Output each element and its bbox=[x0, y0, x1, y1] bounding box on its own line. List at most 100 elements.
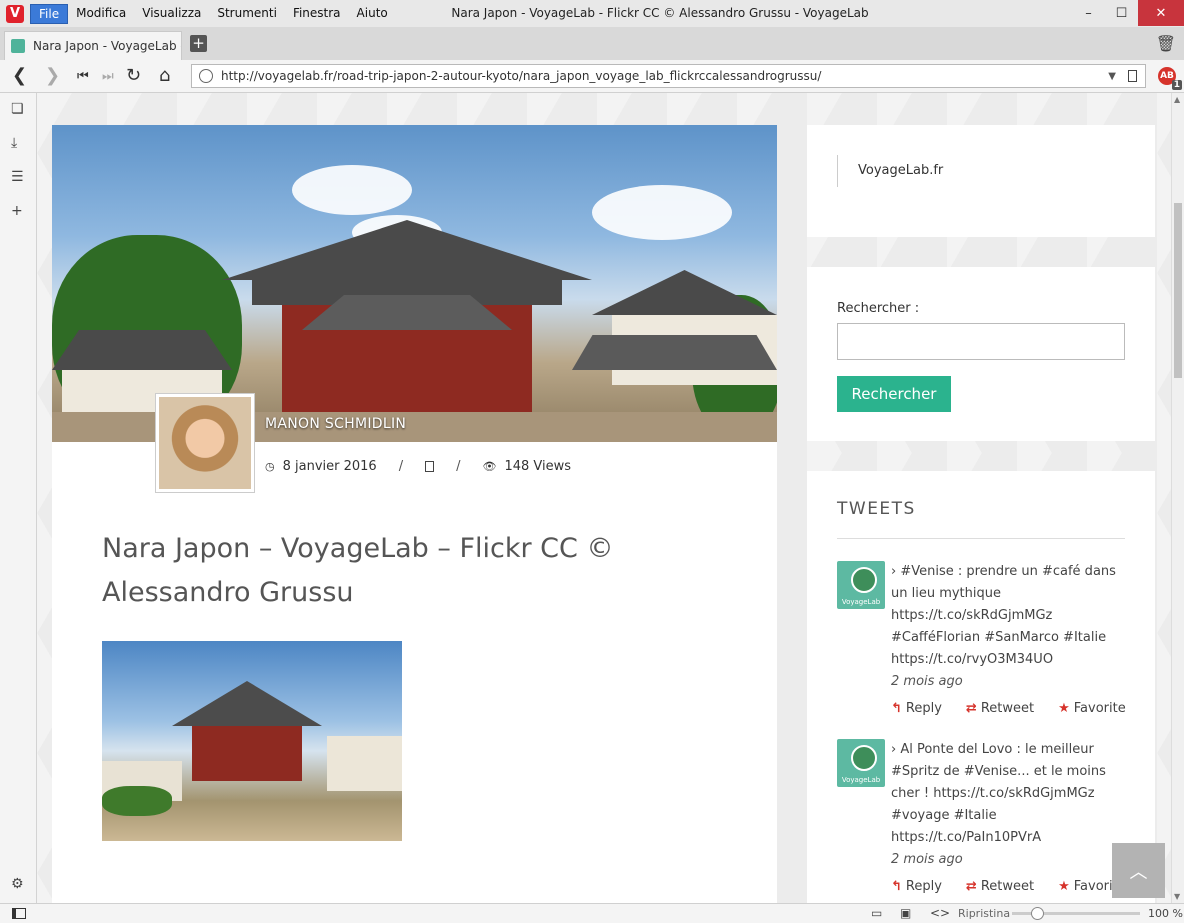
vivaldi-logo-icon[interactable]: V bbox=[6, 4, 24, 23]
reply-button[interactable]: ↰ Reply bbox=[891, 698, 954, 720]
web-viewport: MANON SCHMIDLIN ◷ 8 janvier 2016 / / 👁 1… bbox=[37, 93, 1171, 903]
page-title: Nara Japon – VoyageLab – Flickr CC © Ale… bbox=[102, 533, 614, 608]
menu-bar: File Modifica Visualizza Strumenti Fines… bbox=[30, 3, 396, 24]
retweet-button[interactable]: ⇄ Retweet bbox=[966, 876, 1046, 898]
favorite-button[interactable]: ★ Favorite bbox=[1058, 698, 1138, 720]
meta-separator: / bbox=[398, 459, 404, 474]
site-link[interactable]: VoyageLab.fr bbox=[837, 155, 943, 187]
image-icon[interactable]: ▣ bbox=[900, 906, 911, 920]
fast-forward-icon[interactable]: ⏭ bbox=[102, 69, 114, 84]
reset-zoom-label[interactable]: Ripristina bbox=[958, 907, 1010, 920]
tab-active[interactable]: Nara Japon - VoyageLab - F bbox=[4, 31, 182, 60]
post-image-thumbnail[interactable] bbox=[102, 641, 402, 841]
rewind-icon[interactable]: ⏮ bbox=[77, 69, 89, 84]
tweet-text: › Al Ponte del Lovo : le meilleur #Sprit… bbox=[891, 742, 1106, 845]
site-link-widget: VoyageLab.fr bbox=[807, 125, 1155, 237]
adblock-count: 1 bbox=[1171, 80, 1182, 90]
favorite-label: Favorite bbox=[1073, 701, 1126, 716]
new-tab-button[interactable]: + bbox=[190, 35, 207, 52]
window-title: Nara Japon - VoyageLab - Flickr CC © Ale… bbox=[451, 6, 869, 20]
meta-separator: / bbox=[456, 459, 461, 474]
tweet-time[interactable]: 2 mois ago bbox=[891, 849, 1127, 871]
tweet-text: › #Venise : prendre un #café dans un lie… bbox=[891, 564, 1116, 667]
reply-icon: ↰ bbox=[891, 879, 902, 894]
code-icon[interactable]: <> bbox=[930, 906, 950, 920]
back-icon[interactable]: ❮ bbox=[12, 65, 27, 86]
article-card: MANON SCHMIDLIN ◷ 8 janvier 2016 / / 👁 1… bbox=[52, 125, 777, 903]
avatar-label: VoyageLab bbox=[841, 776, 881, 784]
notes-icon[interactable]: ☰ bbox=[11, 169, 24, 185]
zoom-level: 100 % bbox=[1148, 907, 1183, 920]
divider bbox=[837, 538, 1125, 539]
tab-label: Nara Japon - VoyageLab - F bbox=[33, 39, 182, 53]
address-field[interactable]: http://voyagelab.fr/road-trip-japon-2-au… bbox=[191, 64, 1146, 88]
bookmark-icon[interactable] bbox=[425, 461, 435, 472]
bookmarks-panel-icon[interactable]: ❏ bbox=[11, 101, 24, 117]
search-input[interactable] bbox=[837, 323, 1125, 360]
tweets-title: TWEETS bbox=[837, 499, 916, 519]
tweet-avatar[interactable]: VoyageLab bbox=[837, 561, 885, 609]
maximize-button[interactable]: ☐ bbox=[1105, 0, 1138, 26]
eye-icon: 👁 bbox=[482, 460, 497, 473]
minimize-button[interactable]: – bbox=[1072, 0, 1105, 26]
author-name[interactable]: MANON SCHMIDLIN bbox=[265, 416, 406, 432]
retweet-label: Retweet bbox=[980, 701, 1035, 716]
post-views: 148 Views bbox=[504, 459, 572, 474]
menu-finestra[interactable]: Finestra bbox=[285, 4, 349, 24]
search-button[interactable]: Rechercher bbox=[837, 376, 951, 412]
globe-icon bbox=[199, 69, 213, 83]
post-meta: ◷ 8 janvier 2016 / / 👁 148 Views bbox=[265, 459, 571, 474]
star-icon: ★ bbox=[1058, 701, 1070, 716]
reply-label: Reply bbox=[905, 879, 942, 894]
search-label: Rechercher : bbox=[837, 301, 920, 316]
vertical-scrollbar[interactable]: ▲ ▼ bbox=[1171, 93, 1184, 903]
retweet-icon: ⇄ bbox=[965, 701, 977, 716]
menu-file[interactable]: File bbox=[30, 3, 69, 24]
search-widget: Rechercher : Rechercher bbox=[807, 267, 1155, 441]
forward-icon[interactable]: ❯ bbox=[45, 65, 60, 86]
menu-visualizza[interactable]: Visualizza bbox=[134, 4, 209, 24]
settings-gear-icon[interactable]: ⚙ bbox=[11, 876, 24, 892]
menu-modifica[interactable]: Modifica bbox=[68, 4, 134, 24]
scroll-up-arrow-icon[interactable]: ▲ bbox=[1174, 95, 1180, 104]
reply-button[interactable]: ↰ Reply bbox=[891, 876, 954, 898]
chevron-up-icon: ︿ bbox=[1129, 861, 1148, 883]
voyagelab-favicon-icon bbox=[11, 39, 25, 53]
navigation-bar: ❮ ❯ ⏮ ⏭ ↻ ⌂ http://voyagelab.fr/road-tri… bbox=[0, 60, 1184, 93]
window-controls: – ☐ ✕ bbox=[1072, 0, 1184, 26]
zoom-slider-handle[interactable] bbox=[1031, 907, 1044, 920]
trash-icon[interactable]: 🗑 bbox=[1156, 34, 1176, 53]
close-button[interactable]: ✕ bbox=[1138, 0, 1184, 26]
retweet-button[interactable]: ⇄ Retweet bbox=[966, 698, 1046, 720]
reply-icon: ↰ bbox=[891, 701, 902, 716]
url-text[interactable]: http://voyagelab.fr/road-trip-japon-2-au… bbox=[221, 69, 1108, 83]
avatar-label: VoyageLab bbox=[841, 598, 881, 606]
add-panel-icon[interactable]: + bbox=[11, 203, 23, 219]
menu-aiuto[interactable]: Aiuto bbox=[349, 4, 396, 24]
bookmark-icon[interactable] bbox=[1128, 70, 1137, 82]
reply-label: Reply bbox=[905, 701, 942, 716]
panel-toggle-icon[interactable] bbox=[12, 908, 26, 919]
window-icon[interactable]: ▭ bbox=[871, 906, 882, 920]
retweet-label: Retweet bbox=[980, 879, 1035, 894]
scrollbar-thumb[interactable] bbox=[1174, 203, 1182, 378]
adblock-icon[interactable]: AB 1 bbox=[1158, 67, 1182, 90]
tweet-avatar[interactable]: VoyageLab bbox=[837, 739, 885, 787]
title-bar: V File Modifica Visualizza Strumenti Fin… bbox=[0, 0, 1184, 27]
menu-strumenti[interactable]: Strumenti bbox=[209, 4, 285, 24]
reload-icon[interactable]: ↻ bbox=[126, 65, 141, 86]
author-avatar[interactable] bbox=[155, 393, 255, 493]
side-panel: ❏ ⤓ ☰ + ⚙ bbox=[0, 93, 37, 903]
tweet-time[interactable]: 2 mois ago bbox=[891, 671, 1127, 693]
scroll-to-top-button[interactable]: ︿ bbox=[1112, 843, 1165, 898]
tab-bar: Nara Japon - VoyageLab - F + 🗑 bbox=[0, 27, 1184, 60]
retweet-icon: ⇄ bbox=[965, 879, 977, 894]
tweet-actions: ↰ Reply ⇄ Retweet ★ Favorite bbox=[891, 876, 1127, 898]
home-icon[interactable]: ⌂ bbox=[159, 65, 170, 86]
chevron-down-icon[interactable]: ▼ bbox=[1108, 71, 1116, 82]
status-bar: ▭ ▣ <> Ripristina 100 % bbox=[0, 903, 1184, 923]
scroll-down-arrow-icon[interactable]: ▼ bbox=[1174, 892, 1180, 901]
tweet-actions: ↰ Reply ⇄ Retweet ★ Favorite bbox=[891, 698, 1127, 720]
clock-icon: ◷ bbox=[265, 460, 275, 473]
downloads-icon[interactable]: ⤓ bbox=[11, 135, 17, 151]
